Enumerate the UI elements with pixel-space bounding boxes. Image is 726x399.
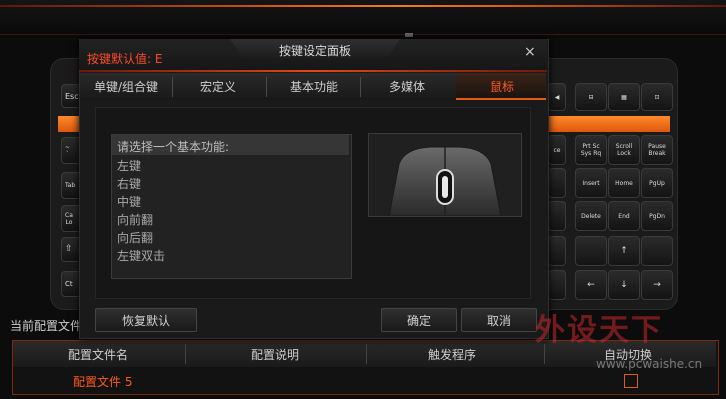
key-arrow-right[interactable]: → — [641, 270, 673, 300]
key-print-screen[interactable]: Prt Sc Sys Rq — [575, 135, 607, 165]
watermark-logo: 外设天下 — [535, 313, 663, 348]
cancel-button[interactable]: 取消 — [461, 308, 537, 332]
key-blank-3[interactable] — [548, 236, 566, 266]
key-windows[interactable]: ▦ — [608, 83, 640, 111]
key-pgdn[interactable]: PgDn — [641, 201, 673, 231]
tab-multimedia[interactable]: 多媒体 — [389, 78, 425, 95]
key-backspace[interactable]: ce — [548, 135, 566, 165]
key-media[interactable]: ◀ — [548, 83, 566, 111]
list-item-forward[interactable]: 向前翻 — [117, 211, 153, 228]
restore-default-button[interactable]: 恢复默认 — [95, 308, 197, 332]
tab-divider — [172, 77, 173, 97]
key-scroll-lock[interactable]: Scroll Lock — [608, 135, 640, 165]
column-header-name[interactable]: 配置文件名 — [68, 346, 128, 363]
mouse-icon — [388, 146, 502, 217]
list-item-double-click[interactable]: 左键双击 — [117, 247, 165, 264]
header-handle — [405, 33, 413, 37]
key-pgup[interactable]: PgUp — [641, 168, 673, 198]
key-blank-1[interactable] — [548, 168, 566, 198]
key-blank-2[interactable] — [548, 201, 566, 231]
key-arrow-up[interactable]: ↑ — [608, 236, 640, 266]
tab-mouse[interactable]: 鼠标 — [490, 78, 514, 95]
default-key-value: 按键默认值: E — [87, 52, 163, 66]
key-blank-6[interactable] — [548, 270, 566, 300]
auto-switch-checkbox[interactable] — [624, 374, 638, 388]
tab-macro[interactable]: 宏定义 — [200, 78, 236, 95]
key-home[interactable]: Home — [608, 168, 640, 198]
column-divider — [185, 344, 186, 364]
list-item-back[interactable]: 向后翻 — [117, 229, 153, 246]
key-pause[interactable]: Pause Break — [641, 135, 673, 165]
tab-divider — [360, 77, 361, 97]
tab-divider — [266, 77, 267, 97]
close-icon[interactable]: × — [524, 44, 536, 60]
config-row-name[interactable]: 配置文件 5 — [73, 373, 132, 390]
key-arrow-left[interactable]: ← — [575, 270, 607, 300]
key-blank-5[interactable] — [641, 236, 673, 266]
header-divider — [0, 34, 726, 35]
list-header: 请选择一个基本功能: — [117, 140, 230, 154]
column-header-description[interactable]: 配置说明 — [251, 346, 299, 363]
list-item-right-click[interactable]: 右键 — [117, 175, 141, 192]
key-menu[interactable]: ⊡ — [641, 83, 673, 111]
key-calc[interactable]: ⊟ — [575, 83, 607, 111]
column-header-trigger[interactable]: 触发程序 — [428, 346, 476, 363]
watermark-url: www.pcwaishe.cn — [596, 357, 703, 371]
header-accent-line — [0, 5, 726, 7]
ok-button[interactable]: 确定 — [381, 308, 457, 332]
dialog-title: 按键设定面板 — [278, 44, 351, 58]
tab-basic-function[interactable]: 基本功能 — [290, 78, 338, 95]
dialog-accent-line — [79, 70, 547, 72]
list-item-middle-click[interactable]: 中键 — [117, 193, 141, 210]
column-divider — [366, 344, 367, 364]
tab-single-combo-key[interactable]: 单键/组合键 — [94, 78, 158, 95]
key-insert[interactable]: Insert — [575, 168, 607, 198]
config-section-label: 当前配置文件 — [10, 319, 83, 333]
key-blank-4[interactable] — [575, 236, 607, 266]
key-arrow-down[interactable]: ↓ — [608, 270, 640, 300]
list-item-left-click[interactable]: 左键 — [117, 157, 141, 174]
key-delete[interactable]: Delete — [575, 201, 607, 231]
mouse-preview — [368, 133, 522, 217]
key-end[interactable]: End — [608, 201, 640, 231]
